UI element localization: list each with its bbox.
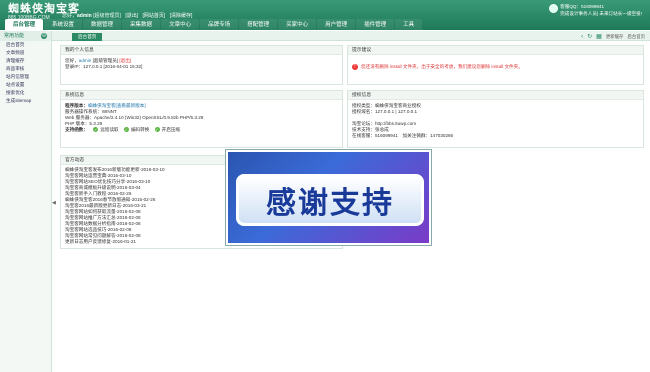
warning-text: 您还没有删除 install 文件夹，出于安全的考虑，我们建议您删除 insta… (361, 64, 523, 69)
content-tabbar: 后台首页 ‹ ↻ ▦ 更新缓存 后台首页 (57, 33, 645, 41)
info-user: admin (78, 58, 92, 63)
sidebar-item-seo[interactable]: 搜索优化 (0, 89, 51, 97)
support-encoding: 编码转换 (130, 127, 150, 132)
nav-tab-articles[interactable]: 文章中心 (161, 19, 200, 31)
nav-tab-data[interactable]: 数据管理 (83, 19, 122, 31)
user-box: 客服QQ：516099941 完成设计事务人员| 未来订站长一级空投! (549, 3, 642, 17)
tips-panel: 提示建议 ! 您还没有删除 install 文件夹，出于安全的考虑，我们建议您删… (347, 45, 644, 85)
sidebar-item-site-settings[interactable]: 站点设置 (0, 81, 51, 89)
collapse-icon[interactable]: ⊖ (41, 33, 47, 39)
program-version-link[interactable]: 蜘蛛侠淘宝客[查看最新版本] (88, 103, 146, 108)
sidebar-item-home[interactable]: 后台首页 (0, 41, 51, 49)
nav-tab-collect[interactable]: 采集数据 (122, 19, 161, 31)
welcome-bar: 您好，admin [超级管理员] [退出] [网站首页] [清除缓存] (62, 12, 192, 19)
nav-tab-users[interactable]: 用户管理 (317, 19, 356, 31)
thanks-badge: 感谢支持 (236, 174, 424, 226)
info-greeting: 您好， (65, 58, 79, 63)
nav-tab-admin[interactable]: 后台管理 (5, 19, 44, 31)
check-icon: ✓ (154, 127, 160, 133)
sidebar-collapse-arrow-icon[interactable]: ◀ (52, 200, 56, 210)
check-icon: ✓ (93, 127, 99, 133)
support-label: 支持函数： (65, 127, 88, 132)
online-service: 在线客服：516099941 加关注微群：147030266 (352, 133, 454, 138)
warning-icon: ! (352, 64, 358, 70)
sidebar-header: 常用功能 ⊖ (0, 31, 51, 41)
check-icon: ✓ (123, 127, 129, 133)
personal-info-panel: 我的个人信息 您好，admin [超级管理员] [退出] 登录IP：127.0.… (60, 45, 343, 85)
sidebar-item-sitemap[interactable]: 生成sitemap (0, 97, 51, 105)
nav-tab-tools[interactable]: 工具 (395, 19, 423, 31)
sidebar-item-articles[interactable]: 文章频道 (0, 49, 51, 57)
grid-icon[interactable]: ▦ (596, 33, 602, 40)
panel-title: 提示建议 (348, 46, 643, 55)
nav-tab-buyers[interactable]: 买家中心 (278, 19, 317, 31)
program-version-label: 程序版本： (65, 103, 88, 108)
main-nav: 后台管理 系统设置 数据管理 采集数据 文章中心 品牌专场 搭配管理 买家中心 … (0, 19, 650, 31)
avatar[interactable] (549, 4, 559, 13)
support-remote: 远程读取 (100, 127, 119, 132)
back-icon[interactable]: ‹ (581, 34, 583, 40)
support-functions: 支持函数： ✓ 远程读取 ✓ 编码转换 ✓ 开启压缩 (65, 127, 338, 133)
update-cache-link[interactable]: 更新缓存 (606, 34, 624, 40)
tab-home[interactable]: 后台首页 (72, 33, 103, 41)
login-ip: 登录IP：127.0.0.1 [2016-04-01 15:32] (65, 64, 143, 69)
info-logout-link[interactable]: [退出] (119, 58, 131, 63)
support-gzip: 开启压缩 (161, 127, 180, 132)
nav-tab-brands[interactable]: 品牌专场 (200, 19, 239, 31)
sidebar-item-messages[interactable]: 站内信管理 (0, 73, 51, 81)
nav-tab-outfits[interactable]: 搭配管理 (239, 19, 278, 31)
home-page-link[interactable]: 后台首页 (627, 34, 645, 40)
top-header: 蜘蛛侠淘宝客 885.100BBG.COM 您好，admin [超级管理员] [… (0, 0, 650, 31)
sidebar-title: 常用功能 (4, 33, 25, 39)
user-box-note: 完成设计事务人员| 未来订站长一级空投! (560, 11, 642, 16)
nav-tab-plugins[interactable]: 插件管理 (356, 19, 395, 31)
install-warning: ! 您还没有删除 install 文件夹，出于安全的考虑，我们建议您删除 ins… (352, 58, 639, 70)
panel-title: 我的个人信息 (61, 46, 342, 55)
customer-service-qq: 客服QQ：516099941 (560, 4, 605, 9)
panel-title: 授权信息 (348, 91, 643, 100)
info-role: [超级管理员] (92, 58, 119, 63)
sidebar-item-review[interactable]: 商品审核 (0, 65, 51, 73)
nav-tab-system[interactable]: 系统设置 (44, 19, 83, 31)
sidebar-item-clear-cache[interactable]: 清理缓存 (0, 57, 51, 65)
panel-title: 系统信息 (61, 91, 342, 100)
thanks-overlay-image: 感谢支持 (226, 150, 431, 245)
tab-tools: ‹ ↻ ▦ 更新缓存 后台首页 (581, 33, 645, 41)
auth-info-panel: 授权信息 授权类型：蜘蛛侠淘宝客商业授权 授权域名：127.0.0.1 | 12… (347, 90, 644, 148)
thanks-text: 感谢支持 (266, 186, 394, 221)
sidebar: 常用功能 ⊖ 后台首页 文章频道 清理缓存 商品审核 站内信管理 站点设置 搜索… (0, 31, 52, 372)
system-info-panel: 系统信息 程序版本：蜘蛛侠淘宝客[查看最新版本] 服务器操作系统：WINNT W… (60, 90, 343, 148)
refresh-icon[interactable]: ↻ (587, 33, 592, 40)
